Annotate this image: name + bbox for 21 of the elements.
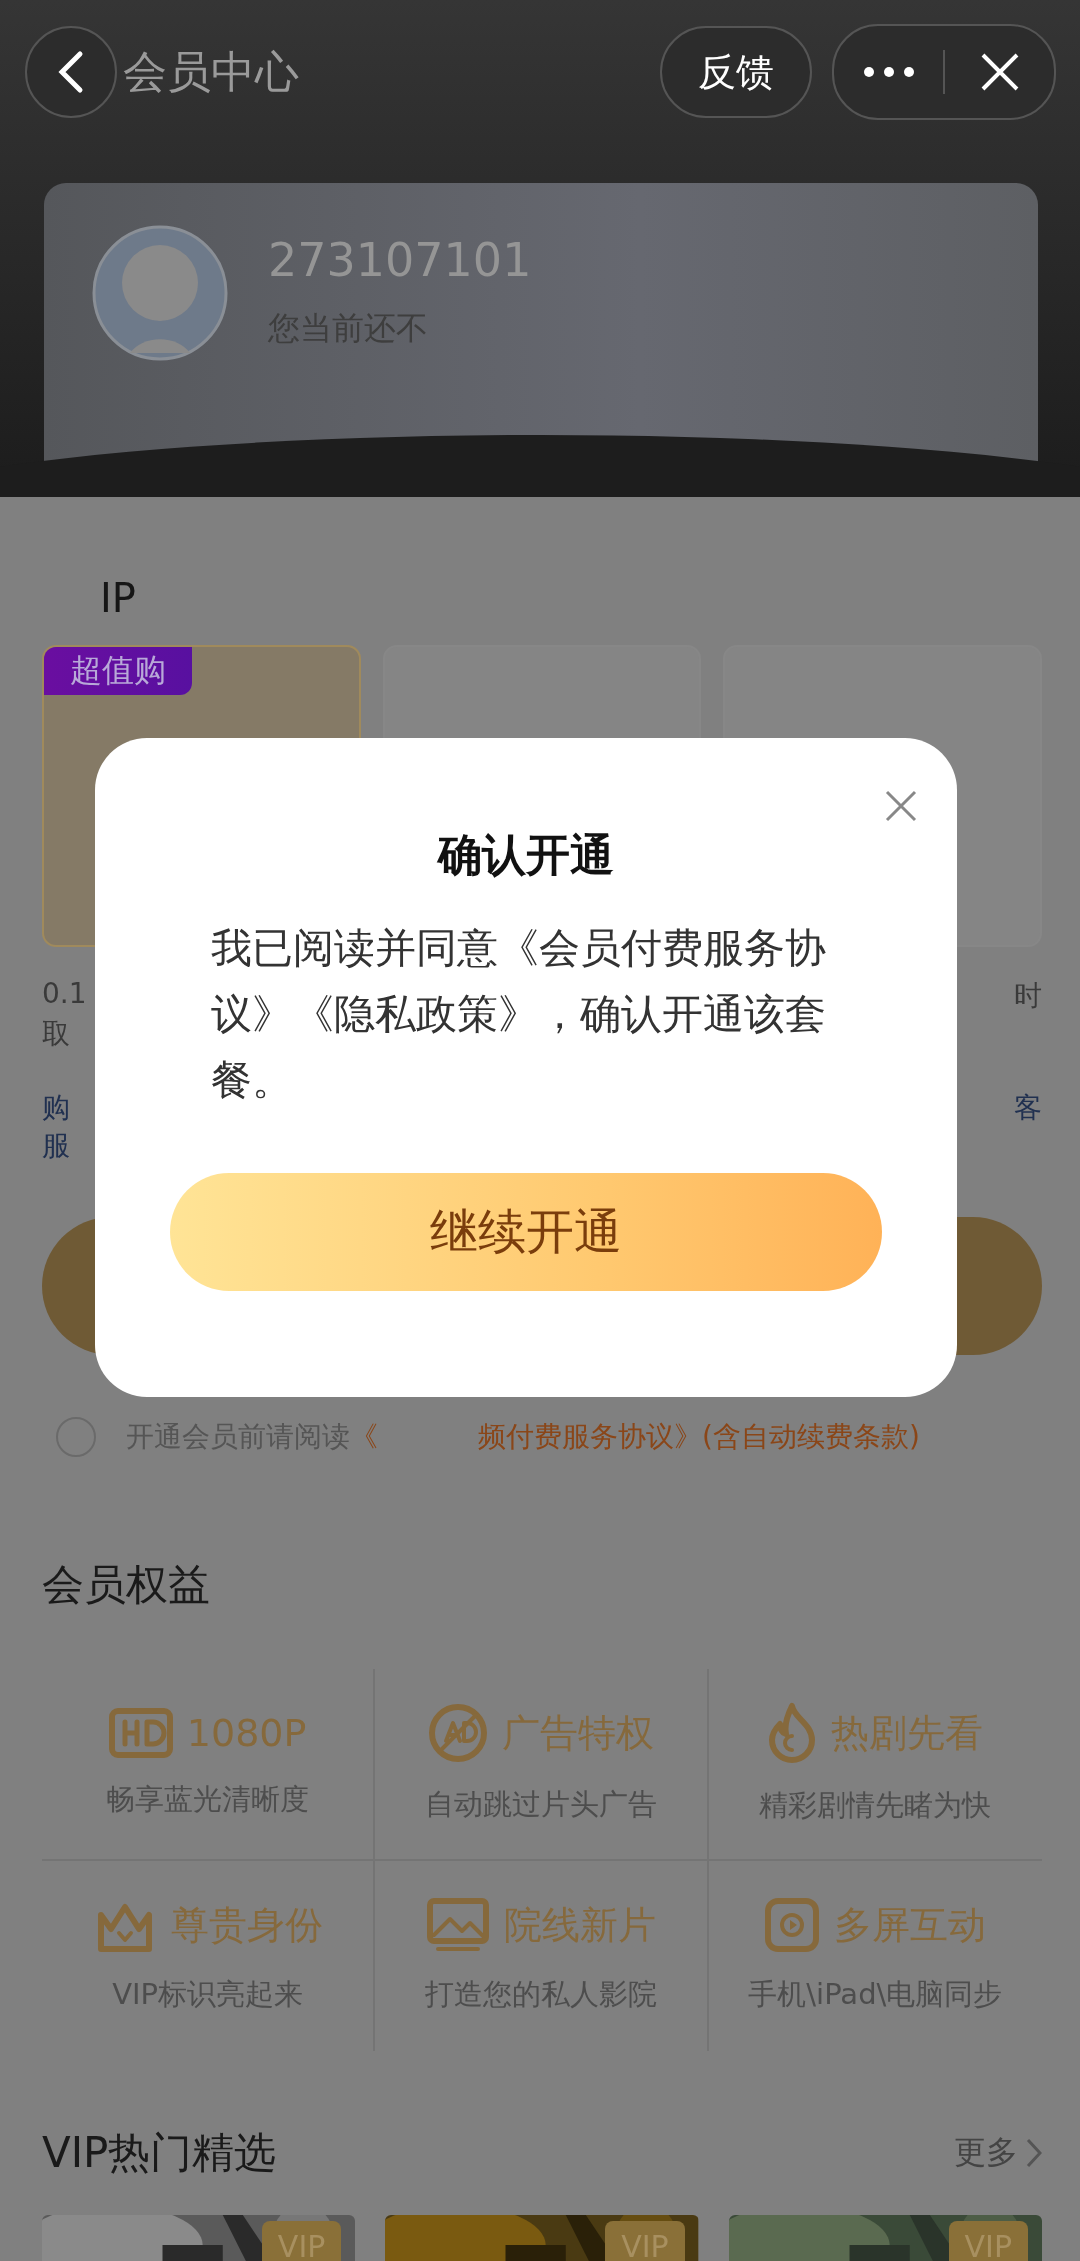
note-text: 服 <box>42 1128 70 1164</box>
plan-heading: IP <box>100 575 137 621</box>
note-text: 时 <box>1014 978 1042 1014</box>
benefit-title: 1080P <box>186 1711 307 1755</box>
benefit-title: 尊贵身份 <box>170 1901 323 1949</box>
note-text: 购 <box>42 1090 70 1126</box>
section-heading: 会员权益 <box>42 1559 211 1611</box>
user-id: 273107101 <box>268 233 532 287</box>
dialog-message: 我已阅读并同意《会员付费服务协议》《隐私政策》，确认开通该套餐。 <box>211 923 827 1106</box>
benefit-title: 院线新片 <box>504 1901 656 1949</box>
section-heading: VIP热门精选 <box>42 2127 277 2179</box>
benefit-title: 广告特权 <box>502 1709 654 1757</box>
note-text: 0.1 <box>42 977 87 1012</box>
bracket-text: 《 <box>350 1419 378 1455</box>
deal-tag: 超值购 <box>44 647 192 695</box>
dialog-title: 确认开通 <box>438 828 614 882</box>
benefit-title: 热剧先看 <box>831 1709 984 1757</box>
note-text: 取 <box>42 1016 70 1052</box>
benefit-title: 多屏互动 <box>834 1901 987 1949</box>
page-title: 会员中心 <box>123 44 300 99</box>
note-text: 客 <box>1014 1090 1042 1126</box>
